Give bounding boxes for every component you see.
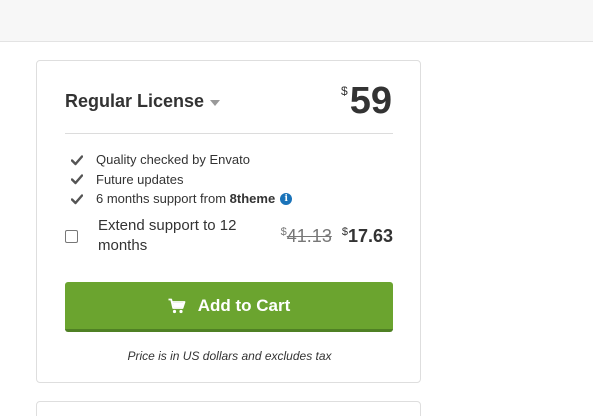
feature-list: Quality checked by Envato Future updates… [71,150,293,209]
old-support-price: $ 41.13 [281,226,332,247]
extend-support-checkbox[interactable] [65,229,78,243]
old-price-value: 41.13 [286,225,332,246]
next-card [36,401,421,416]
feature-text: Future updates [96,171,184,187]
license-card: Regular License $ 59 Quality checked by … [36,60,421,383]
add-to-cart-button[interactable]: Add to Cart [65,282,393,332]
divider [65,133,393,134]
checkmark-icon [71,155,83,165]
license-selector[interactable]: Regular License [65,91,221,112]
feature-item: Future updates [71,170,292,190]
price-amount: 59 [349,80,392,122]
cart-icon [168,298,186,313]
extend-support-row: Extend support to 12 months $ 41.13 $ 17… [65,216,393,256]
info-icon[interactable]: i [280,192,293,205]
price-note: Price is in US dollars and excludes tax [127,349,332,363]
price-currency: $ [341,84,348,98]
license-price: $ 59 [341,81,392,121]
feature-item: 6 months support from 8theme i [71,189,293,209]
feature-text: Quality checked by Envato [96,152,250,168]
feature-text: 6 months support from [96,191,230,207]
top-bar [0,0,593,42]
new-support-price: $ 17.63 [342,226,393,247]
author-name: 8theme [229,191,276,207]
chevron-down-icon[interactable] [210,100,221,106]
license-title: Regular License [65,91,205,111]
checkmark-icon [71,174,83,185]
add-to-cart-label: Add to Cart [197,295,291,315]
feature-item: Quality checked by Envato [71,150,292,170]
checkmark-icon [71,194,83,204]
extend-support-label[interactable]: Extend support to 12 months [98,216,258,256]
new-price-value: 17.63 [347,225,393,246]
